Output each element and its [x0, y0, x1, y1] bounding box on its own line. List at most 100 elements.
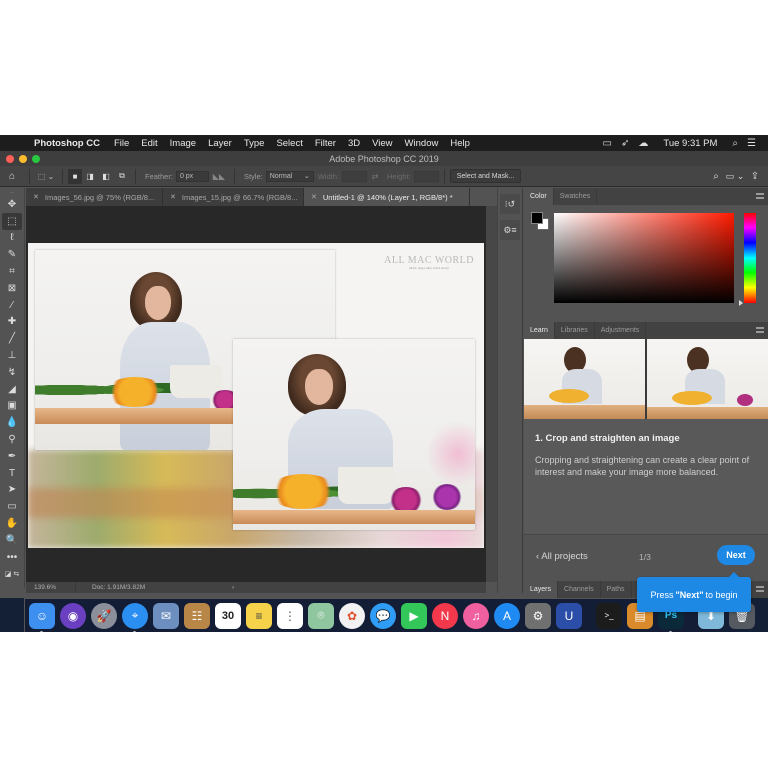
- zoom-tool-icon[interactable]: 🔍: [2, 532, 22, 549]
- menu-layer[interactable]: Layer: [202, 138, 238, 149]
- tab-learn[interactable]: Learn: [524, 322, 555, 339]
- dock-mail-preview-icon[interactable]: ✉: [153, 602, 179, 629]
- eraser-tool-icon[interactable]: ◢: [2, 381, 22, 398]
- default-colors-icon[interactable]: ◪ ⇆: [2, 568, 22, 580]
- width-input[interactable]: [341, 170, 367, 182]
- close-tab-icon[interactable]: ✕: [170, 193, 176, 201]
- next-button[interactable]: Next: [717, 545, 755, 565]
- menu-file[interactable]: File: [108, 138, 135, 149]
- workspace-icon[interactable]: ▭ ⌄: [724, 169, 746, 184]
- dock-siri-icon[interactable]: ◉: [60, 602, 86, 629]
- subtract-from-selection-icon[interactable]: ◧: [98, 169, 114, 184]
- tab-swatches[interactable]: Swatches: [554, 188, 598, 205]
- blur-tool-icon[interactable]: 💧: [2, 414, 22, 431]
- brush-tool-icon[interactable]: ╱: [2, 330, 22, 347]
- type-tool-icon[interactable]: T: [2, 465, 22, 482]
- panel-menu-icon[interactable]: [756, 327, 764, 333]
- tab-adjustments[interactable]: Adjustments: [595, 322, 647, 339]
- dock-contacts-icon[interactable]: ☷: [184, 602, 210, 629]
- menu-app-name[interactable]: Photoshop CC: [28, 138, 108, 149]
- menu-filter[interactable]: Filter: [309, 138, 342, 149]
- notification-center-icon[interactable]: ☰: [747, 138, 756, 149]
- dock-notes-icon[interactable]: ≡: [246, 602, 272, 629]
- anti-alias-icon[interactable]: ◣◣: [209, 169, 229, 184]
- menu-type[interactable]: Type: [238, 138, 271, 149]
- intersect-selection-icon[interactable]: ⧉: [114, 169, 130, 184]
- dock-safari-icon[interactable]: ⌖: [122, 602, 148, 632]
- tab-paths[interactable]: Paths: [601, 581, 632, 598]
- dock-terminal-icon[interactable]: >_: [596, 602, 622, 629]
- gradient-tool-icon[interactable]: ▣: [2, 398, 22, 415]
- foreground-color-swatch[interactable]: [531, 212, 543, 224]
- panel-menu-icon[interactable]: [756, 586, 764, 592]
- tab-layers[interactable]: Layers: [524, 581, 559, 598]
- dock-facetime-icon[interactable]: ▶: [401, 602, 427, 629]
- spot-healing-brush-tool-icon[interactable]: ✚: [2, 314, 22, 331]
- eyedropper-tool-icon[interactable]: ⁄: [2, 297, 22, 314]
- dock-app-store-icon[interactable]: A: [494, 602, 520, 629]
- feather-input[interactable]: 0 px: [175, 170, 209, 182]
- zoom-level[interactable]: 139.6%: [26, 582, 76, 593]
- rectangular-marquee-tool-icon[interactable]: ⬚: [2, 212, 22, 230]
- search-icon[interactable]: ⌕: [708, 169, 724, 184]
- tool-preset-picker[interactable]: ⬚ ⌄: [35, 169, 57, 184]
- close-tab-icon[interactable]: ✕: [311, 193, 317, 201]
- status-menu-arrow[interactable]: ›: [232, 584, 234, 591]
- panel-menu-icon[interactable]: [756, 193, 764, 199]
- menu-edit[interactable]: Edit: [135, 138, 163, 149]
- rectangle-tool-icon[interactable]: ▭: [2, 498, 22, 515]
- tab-images-56[interactable]: ✕ Images_56.jpg @ 75% (RGB/8...: [26, 188, 163, 206]
- hue-slider-pointer[interactable]: [739, 300, 743, 306]
- minimize-window-button[interactable]: [19, 154, 27, 163]
- style-select[interactable]: Normal ⌄: [265, 170, 314, 182]
- canvas-area[interactable]: ALL MAC WORLD MAC Apps One Click Away: [26, 206, 486, 582]
- color-spectrum-picker[interactable]: [554, 213, 734, 303]
- toolbar-grip[interactable]: ‥: [0, 188, 24, 196]
- dock-messages-icon[interactable]: 💬: [370, 602, 396, 629]
- frame-tool-icon[interactable]: ⊠: [2, 280, 22, 297]
- history-panel-icon[interactable]: ⁝↺: [500, 194, 520, 214]
- path-selection-tool-icon[interactable]: ➤: [2, 482, 22, 499]
- menu-view[interactable]: View: [366, 138, 398, 149]
- menu-help[interactable]: Help: [444, 138, 476, 149]
- dock-calendar-icon[interactable]: 30: [215, 602, 241, 629]
- menubar-clock[interactable]: Tue 9:31 PM: [663, 138, 717, 149]
- all-projects-link[interactable]: ‹ All projects: [536, 551, 588, 562]
- select-and-mask-button[interactable]: Select and Mask...: [449, 169, 522, 183]
- properties-panel-icon[interactable]: ⚙≡: [500, 220, 520, 240]
- airplay-display-icon[interactable]: ▭: [603, 138, 612, 149]
- dock-system-preferences-icon[interactable]: ⚙: [525, 602, 551, 629]
- edit-toolbar-icon[interactable]: •••: [2, 549, 22, 566]
- menu-3d[interactable]: 3D: [342, 138, 366, 149]
- menu-image[interactable]: Image: [164, 138, 202, 149]
- dock-news-icon[interactable]: N: [432, 602, 458, 629]
- document-canvas[interactable]: ALL MAC WORLD MAC Apps One Click Away: [28, 243, 484, 548]
- dodge-tool-icon[interactable]: ⚲: [2, 431, 22, 448]
- tab-images-15[interactable]: ✕ Images_15.jpg @ 66.7% (RGB/8...: [163, 188, 304, 206]
- clone-stamp-tool-icon[interactable]: ⊥: [2, 347, 22, 364]
- quick-selection-tool-icon[interactable]: ✎: [2, 246, 22, 263]
- dock-reminders-icon[interactable]: ⋮: [277, 602, 303, 629]
- home-icon[interactable]: ⌂: [0, 169, 24, 184]
- hand-tool-icon[interactable]: ✋: [2, 515, 22, 532]
- hue-slider[interactable]: [744, 213, 756, 303]
- menu-window[interactable]: Window: [399, 138, 445, 149]
- history-brush-tool-icon[interactable]: ↯: [2, 364, 22, 381]
- tab-untitled-1[interactable]: ✕ Untitled-1 @ 140% (Layer 1, RGB/8*) *: [304, 188, 470, 206]
- close-window-button[interactable]: [6, 154, 14, 163]
- spotlight-search-icon[interactable]: ⌕: [732, 138, 738, 149]
- swap-dimensions-icon[interactable]: ⇄: [367, 169, 383, 184]
- tab-libraries[interactable]: Libraries: [555, 322, 595, 339]
- dock-photos-icon[interactable]: ✿: [339, 602, 365, 629]
- tab-color[interactable]: Color: [524, 188, 554, 205]
- add-to-selection-icon[interactable]: ◨: [82, 169, 98, 184]
- crop-tool-icon[interactable]: ⌗: [2, 263, 22, 280]
- close-tab-icon[interactable]: ✕: [33, 193, 39, 201]
- height-input[interactable]: [413, 170, 439, 182]
- move-tool-icon[interactable]: ✥: [2, 196, 22, 213]
- dock-launchpad-icon[interactable]: 🚀: [91, 602, 117, 629]
- pen-tool-icon[interactable]: ✒: [2, 448, 22, 465]
- dock-finder-icon[interactable]: ☺: [29, 602, 55, 632]
- dock-maps-icon[interactable]: ⌾: [308, 602, 334, 629]
- cursor-pen-icon[interactable]: ➶: [621, 138, 629, 149]
